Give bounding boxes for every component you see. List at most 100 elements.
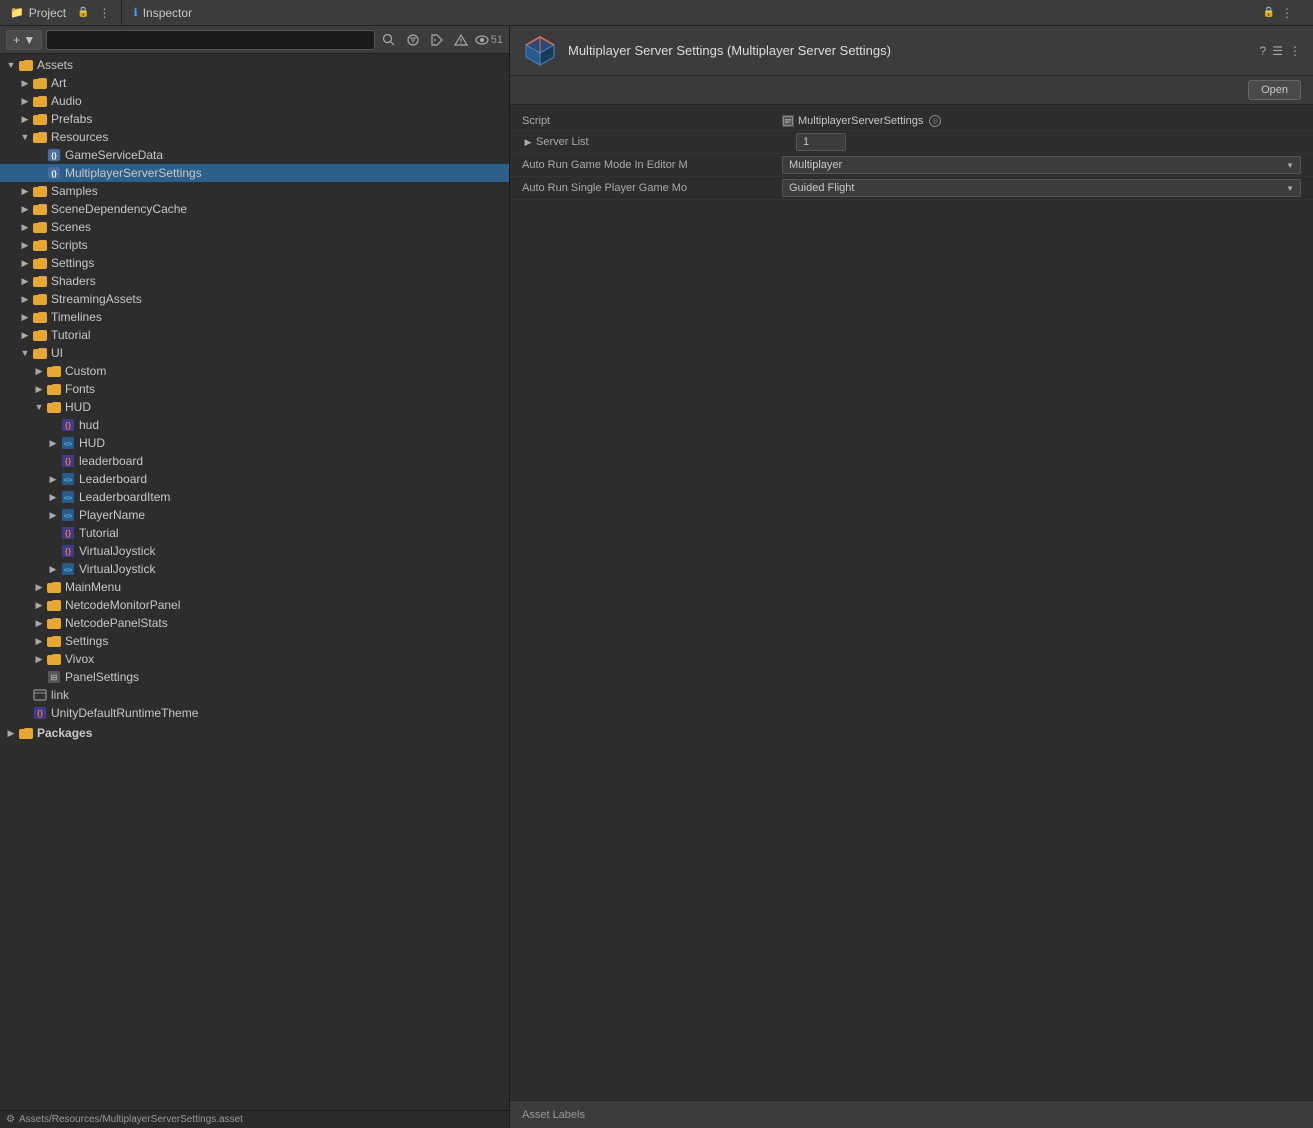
- tree-item-leaderboarditem[interactable]: </> LeaderboardItem: [0, 488, 509, 506]
- mainmenu-label: MainMenu: [65, 580, 121, 594]
- tree-item-leaderboard-prefab[interactable]: </> Leaderboard: [0, 470, 509, 488]
- tree-item-gameservicedata[interactable]: {} GameServiceData: [0, 146, 509, 164]
- tree-item-hud-cs[interactable]: {} hud: [0, 416, 509, 434]
- tree-item-leaderboard-cs[interactable]: {} leaderboard: [0, 452, 509, 470]
- inspector-empty-area: [510, 609, 1313, 1101]
- leaderboard-prefab-arrow: [46, 472, 60, 486]
- project-toolbar: + ▼ 51: [0, 26, 509, 54]
- tree-item-netcodemonitor[interactable]: NetcodeMonitorPanel: [0, 596, 509, 614]
- tree-item-settings[interactable]: Settings: [0, 254, 509, 272]
- tree-item-assets[interactable]: Assets: [0, 56, 509, 74]
- tree-item-settings-ui[interactable]: Settings: [0, 632, 509, 650]
- tree-item-timelines[interactable]: Timelines: [0, 308, 509, 326]
- tree-item-prefabs[interactable]: Prefabs: [0, 110, 509, 128]
- auto-run-single-dropdown[interactable]: Guided Flight ▼: [782, 179, 1301, 197]
- inspector-more-icon[interactable]: ⋮: [1281, 6, 1293, 20]
- tree-item-audio[interactable]: Audio: [0, 92, 509, 110]
- tree-item-custom[interactable]: Custom: [0, 362, 509, 380]
- custom-label: Custom: [65, 364, 106, 378]
- link-icon: [32, 687, 48, 703]
- tree-item-unitytheme[interactable]: {} UnityDefaultRuntimeTheme: [0, 704, 509, 722]
- inspector-tab-actions: 🔒 ⋮: [1255, 6, 1301, 20]
- server-list-arrow[interactable]: ▶: [522, 136, 534, 148]
- leaderboarditem-arrow: [46, 490, 60, 504]
- tree-item-playername[interactable]: </> PlayerName: [0, 506, 509, 524]
- tree-item-fonts[interactable]: Fonts: [0, 380, 509, 398]
- samples-arrow: [18, 184, 32, 198]
- tree-item-shaders[interactable]: Shaders: [0, 272, 509, 290]
- tree-item-streamingassets[interactable]: StreamingAssets: [0, 290, 509, 308]
- tree-item-scenes[interactable]: Scenes: [0, 218, 509, 236]
- lock-inspector-icon[interactable]: 🔒: [1263, 7, 1275, 18]
- vivox-label: Vivox: [65, 652, 94, 666]
- panelsettings-label: PanelSettings: [65, 670, 139, 684]
- hud-folder-icon: [46, 399, 62, 415]
- eye-badge[interactable]: 51: [475, 33, 503, 47]
- tree-item-netcodepanelstats[interactable]: NetcodePanelStats: [0, 614, 509, 632]
- tab-project[interactable]: 📁 Project 🔒 ⋮: [0, 0, 122, 25]
- tree-item-link[interactable]: link: [0, 686, 509, 704]
- leaderboard-cs-icon: {}: [60, 453, 76, 469]
- tree-item-ui[interactable]: UI: [0, 344, 509, 362]
- tree-item-tutorial[interactable]: Tutorial: [0, 326, 509, 344]
- panelsettings-arrow: [32, 670, 46, 684]
- hud-folder-label: HUD: [65, 400, 91, 414]
- tree-item-virtualjoystick-prefab[interactable]: </> VirtualJoystick: [0, 560, 509, 578]
- auto-run-editor-dropdown[interactable]: Multiplayer ▼: [782, 156, 1301, 174]
- question-icon[interactable]: ?: [1260, 44, 1267, 58]
- label-icon[interactable]: [427, 30, 447, 50]
- tree-item-mainmenu[interactable]: MainMenu: [0, 578, 509, 596]
- tree-item-samples[interactable]: Samples: [0, 182, 509, 200]
- server-list-value: 1: [796, 133, 1301, 151]
- netcodepanel-label: NetcodePanelStats: [65, 616, 168, 630]
- auto-run-single-dropdown-arrow: ▼: [1286, 184, 1294, 193]
- audio-arrow: [18, 94, 32, 108]
- vjoystick-cs-icon: {}: [60, 543, 76, 559]
- shaders-folder-icon: [32, 273, 48, 289]
- tree-item-art[interactable]: Art: [0, 74, 509, 92]
- fonts-arrow: [32, 382, 46, 396]
- script-label: Script: [522, 115, 782, 127]
- tree-item-vivox[interactable]: Vivox: [0, 650, 509, 668]
- main-content: + ▼ 51: [0, 26, 1313, 1128]
- tree-view[interactable]: Assets Art Audio: [0, 54, 509, 1110]
- top-bar: 📁 Project 🔒 ⋮ ℹ Inspector 🔒 ⋮: [0, 0, 1313, 26]
- info-icon: ℹ: [134, 6, 138, 19]
- inspector-more-btn-icon[interactable]: ⋮: [1289, 44, 1301, 58]
- tree-item-hud-folder[interactable]: HUD: [0, 398, 509, 416]
- script-selector-icon[interactable]: ◎: [929, 115, 941, 127]
- resources-label: Resources: [51, 130, 108, 144]
- tree-item-scripts[interactable]: Scripts: [0, 236, 509, 254]
- auto-run-editor-value: Multiplayer ▼: [782, 156, 1301, 174]
- scenedependency-arrow: [18, 202, 32, 216]
- netcodepanel-arrow: [32, 616, 46, 630]
- tree-item-panelsettings[interactable]: ⊟ PanelSettings: [0, 668, 509, 686]
- filter-icon[interactable]: [403, 30, 423, 50]
- inspector-title: Multiplayer Server Settings (Multiplayer…: [568, 43, 1250, 58]
- inspector-settings-icon[interactable]: ☰: [1272, 44, 1283, 58]
- tree-item-virtualjoystick-cs[interactable]: {} VirtualJoystick: [0, 542, 509, 560]
- svg-text:</>: </>: [64, 568, 73, 574]
- open-button[interactable]: Open: [1248, 80, 1301, 100]
- search-input[interactable]: [46, 30, 375, 50]
- netcodemonitor-folder-icon: [46, 597, 62, 613]
- tree-item-tutorial-cs[interactable]: {} Tutorial: [0, 524, 509, 542]
- tree-item-multiplayerserversettings[interactable]: {} MultiplayerServerSettings: [0, 164, 509, 182]
- server-list-count[interactable]: 1: [796, 133, 846, 151]
- auto-run-single-dropdown-value: Guided Flight: [789, 182, 854, 194]
- assets-arrow: [4, 58, 18, 72]
- search-icon[interactable]: [379, 30, 399, 50]
- tutorial-folder-icon: [32, 327, 48, 343]
- tab-inspector[interactable]: ℹ Inspector 🔒 ⋮: [122, 0, 1313, 25]
- warning-icon[interactable]: [451, 30, 471, 50]
- inspector-panel: Multiplayer Server Settings (Multiplayer…: [510, 26, 1313, 1128]
- tree-item-scenedependencycache[interactable]: SceneDependencyCache: [0, 200, 509, 218]
- tree-item-resources[interactable]: Resources: [0, 128, 509, 146]
- scripts-folder-icon: [32, 237, 48, 253]
- add-button[interactable]: + ▼: [6, 30, 42, 50]
- tree-item-hud-prefab[interactable]: </> HUD: [0, 434, 509, 452]
- link-arrow: [18, 688, 32, 702]
- leaderboard-cs-arrow: [46, 454, 60, 468]
- tree-item-packages[interactable]: Packages: [0, 724, 509, 742]
- menu-icon[interactable]: ⋮: [99, 6, 111, 20]
